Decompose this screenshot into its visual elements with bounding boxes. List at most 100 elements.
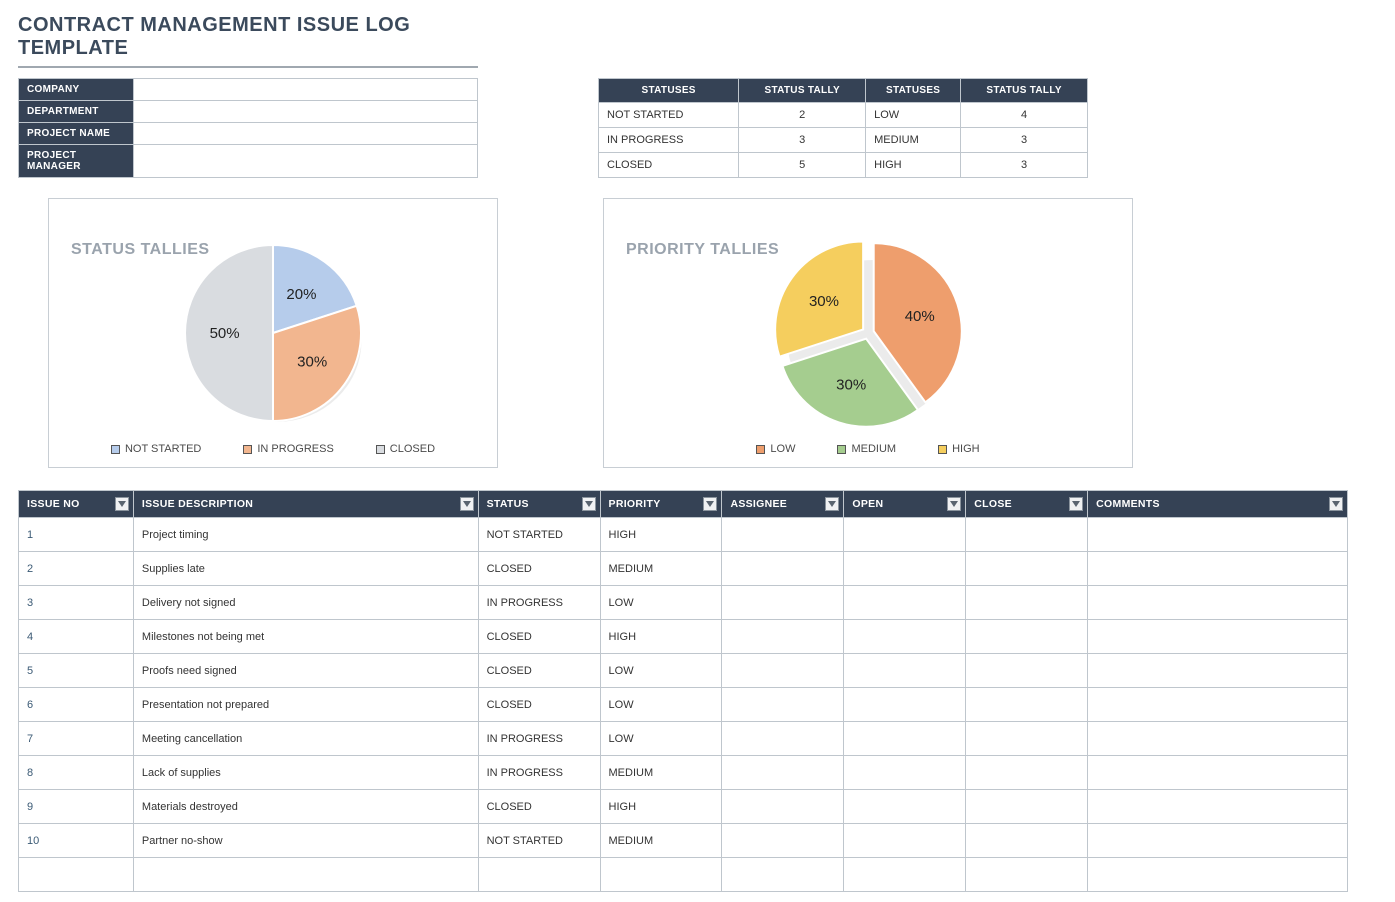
cell-issue-no[interactable]: 10 [19, 824, 134, 858]
cell-comments[interactable] [1088, 552, 1348, 586]
cell-description[interactable]: Lack of supplies [133, 756, 478, 790]
cell-issue-no[interactable] [19, 858, 134, 892]
cell-status[interactable]: CLOSED [478, 790, 600, 824]
cell-open[interactable] [844, 688, 966, 722]
cell-close[interactable] [966, 756, 1088, 790]
cell-assignee[interactable] [722, 790, 844, 824]
cell-status[interactable]: IN PROGRESS [478, 756, 600, 790]
cell-description[interactable]: Milestones not being met [133, 620, 478, 654]
cell-priority[interactable]: MEDIUM [600, 824, 722, 858]
cell-comments[interactable] [1088, 620, 1348, 654]
cell-description[interactable]: Supplies late [133, 552, 478, 586]
cell-status[interactable]: NOT STARTED [478, 824, 600, 858]
cell-close[interactable] [966, 790, 1088, 824]
cell-priority[interactable]: LOW [600, 586, 722, 620]
cell-assignee[interactable] [722, 586, 844, 620]
cell-open[interactable] [844, 858, 966, 892]
cell-close[interactable] [966, 620, 1088, 654]
cell-open[interactable] [844, 518, 966, 552]
filter-dropdown-icon[interactable] [115, 497, 129, 511]
cell-comments[interactable] [1088, 654, 1348, 688]
cell-open[interactable] [844, 722, 966, 756]
cell-comments[interactable] [1088, 824, 1348, 858]
cell-issue-no[interactable]: 4 [19, 620, 134, 654]
cell-open[interactable] [844, 586, 966, 620]
cell-close[interactable] [966, 654, 1088, 688]
info-value-company[interactable] [134, 79, 478, 101]
cell-assignee[interactable] [722, 552, 844, 586]
cell-description[interactable] [133, 858, 478, 892]
issues-header-priority[interactable]: PRIORITY [600, 491, 722, 518]
cell-priority[interactable]: LOW [600, 654, 722, 688]
filter-dropdown-icon[interactable] [460, 497, 474, 511]
cell-priority[interactable] [600, 858, 722, 892]
cell-assignee[interactable] [722, 824, 844, 858]
cell-status[interactable]: IN PROGRESS [478, 722, 600, 756]
info-value-department[interactable] [134, 101, 478, 123]
cell-priority[interactable]: HIGH [600, 518, 722, 552]
info-value-project-name[interactable] [134, 123, 478, 145]
filter-dropdown-icon[interactable] [1069, 497, 1083, 511]
cell-assignee[interactable] [722, 858, 844, 892]
cell-comments[interactable] [1088, 858, 1348, 892]
cell-issue-no[interactable]: 2 [19, 552, 134, 586]
cell-description[interactable]: Proofs need signed [133, 654, 478, 688]
cell-description[interactable]: Meeting cancellation [133, 722, 478, 756]
cell-description[interactable]: Materials destroyed [133, 790, 478, 824]
cell-assignee[interactable] [722, 756, 844, 790]
cell-issue-no[interactable]: 1 [19, 518, 134, 552]
cell-priority[interactable]: MEDIUM [600, 756, 722, 790]
cell-assignee[interactable] [722, 620, 844, 654]
cell-open[interactable] [844, 620, 966, 654]
issues-header-close[interactable]: CLOSE [966, 491, 1088, 518]
cell-issue-no[interactable]: 5 [19, 654, 134, 688]
issues-header-description[interactable]: ISSUE DESCRIPTION [133, 491, 478, 518]
cell-status[interactable]: CLOSED [478, 654, 600, 688]
cell-status[interactable] [478, 858, 600, 892]
filter-dropdown-icon[interactable] [703, 497, 717, 511]
cell-close[interactable] [966, 858, 1088, 892]
cell-comments[interactable] [1088, 790, 1348, 824]
cell-open[interactable] [844, 756, 966, 790]
issues-header-open[interactable]: OPEN [844, 491, 966, 518]
filter-dropdown-icon[interactable] [1329, 497, 1343, 511]
cell-status[interactable]: CLOSED [478, 552, 600, 586]
cell-description[interactable]: Partner no-show [133, 824, 478, 858]
issues-header-issue-no[interactable]: ISSUE NO [19, 491, 134, 518]
cell-assignee[interactable] [722, 722, 844, 756]
cell-issue-no[interactable]: 9 [19, 790, 134, 824]
cell-issue-no[interactable]: 6 [19, 688, 134, 722]
cell-comments[interactable] [1088, 586, 1348, 620]
cell-open[interactable] [844, 552, 966, 586]
cell-comments[interactable] [1088, 756, 1348, 790]
cell-close[interactable] [966, 586, 1088, 620]
cell-assignee[interactable] [722, 518, 844, 552]
cell-status[interactable]: CLOSED [478, 620, 600, 654]
info-value-project-manager[interactable] [134, 145, 478, 178]
cell-issue-no[interactable]: 3 [19, 586, 134, 620]
cell-priority[interactable]: MEDIUM [600, 552, 722, 586]
issues-header-comments[interactable]: COMMENTS [1088, 491, 1348, 518]
cell-description[interactable]: Project timing [133, 518, 478, 552]
cell-open[interactable] [844, 654, 966, 688]
cell-close[interactable] [966, 552, 1088, 586]
cell-issue-no[interactable]: 7 [19, 722, 134, 756]
cell-status[interactable]: NOT STARTED [478, 518, 600, 552]
cell-priority[interactable]: HIGH [600, 620, 722, 654]
cell-priority[interactable]: LOW [600, 688, 722, 722]
cell-issue-no[interactable]: 8 [19, 756, 134, 790]
filter-dropdown-icon[interactable] [825, 497, 839, 511]
cell-assignee[interactable] [722, 654, 844, 688]
cell-close[interactable] [966, 518, 1088, 552]
cell-priority[interactable]: HIGH [600, 790, 722, 824]
cell-description[interactable]: Presentation not prepared [133, 688, 478, 722]
issues-header-assignee[interactable]: ASSIGNEE [722, 491, 844, 518]
issues-header-status[interactable]: STATUS [478, 491, 600, 518]
cell-description[interactable]: Delivery not signed [133, 586, 478, 620]
cell-close[interactable] [966, 688, 1088, 722]
cell-priority[interactable]: LOW [600, 722, 722, 756]
cell-close[interactable] [966, 824, 1088, 858]
cell-status[interactable]: IN PROGRESS [478, 586, 600, 620]
cell-assignee[interactable] [722, 688, 844, 722]
cell-open[interactable] [844, 824, 966, 858]
